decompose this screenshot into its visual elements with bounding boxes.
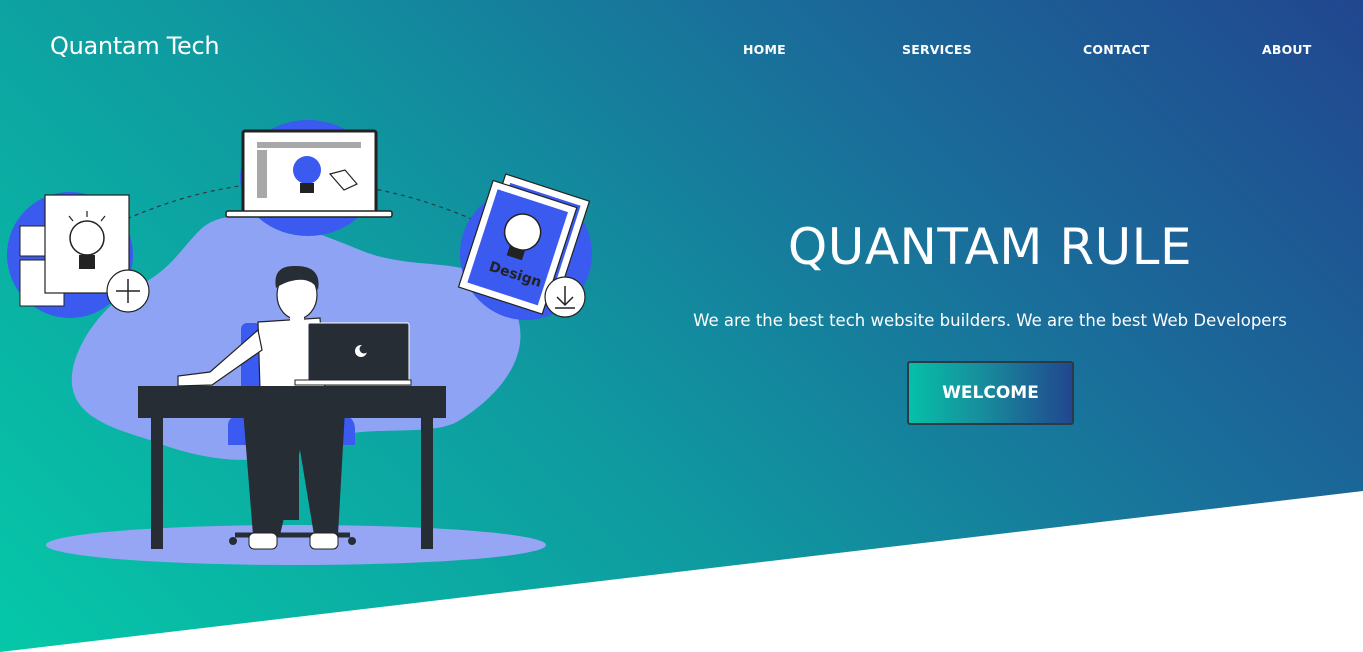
hero-headline: QUANTAM RULE — [787, 218, 1193, 276]
nav-services-link[interactable]: SERVICES — [902, 42, 972, 57]
floor-shadow — [46, 525, 546, 565]
design-laptop-icon — [225, 129, 393, 218]
nav-contact-link[interactable]: CONTACT — [1083, 42, 1150, 57]
nav-about-link[interactable]: ABOUT — [1262, 42, 1312, 57]
desk-laptop-icon — [294, 322, 412, 386]
brand-logo[interactable]: Quantam Tech — [50, 32, 220, 60]
welcome-button[interactable]: WELCOME — [907, 361, 1074, 425]
developer-illustration: Design — [7, 120, 592, 565]
hero-tagline: We are the best tech website builders. W… — [693, 311, 1287, 330]
nav-home-link[interactable]: HOME — [743, 42, 786, 57]
